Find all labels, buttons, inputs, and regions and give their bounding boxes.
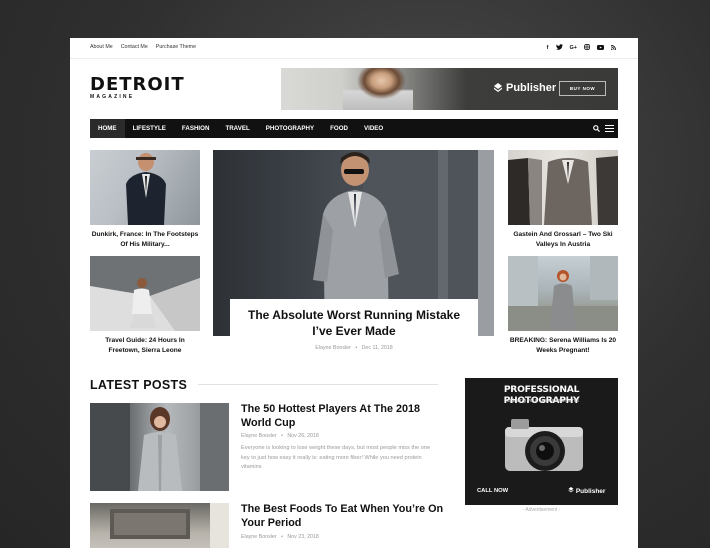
ad-call-now-button[interactable]: CALL NOW <box>477 488 508 494</box>
header-advertisement[interactable]: Publisher BUY NOW <box>281 68 618 110</box>
ad-subheading: capturing your special moments <box>504 398 579 404</box>
top-link-purchase[interactable]: Purchase Theme <box>156 44 196 50</box>
logo-title: DETROIT <box>90 74 185 95</box>
red-haired-woman-image <box>508 256 618 331</box>
post-title-world-cup[interactable]: The 50 Hottest Players At The 2018 World… <box>241 402 446 430</box>
nav-item-travel[interactable]: TRAVEL <box>217 119 257 138</box>
twitter-icon[interactable] <box>555 44 563 53</box>
advertisement-label: - Advertisement - <box>522 507 561 513</box>
top-link-about[interactable]: About Me <box>90 44 113 50</box>
featured-post-title[interactable]: The Absolute Worst Running Mistake I’ve … <box>238 307 470 339</box>
post-thumb-freetown[interactable] <box>90 256 200 331</box>
site-logo[interactable]: DETROIT MAGAZINE <box>90 74 185 101</box>
publisher-logo-icon <box>568 487 574 493</box>
top-links: About Me Contact Me Purchase Theme <box>90 44 196 50</box>
post-thumb-dunkirk[interactable] <box>90 150 200 225</box>
youtube-icon[interactable] <box>597 44 604 53</box>
post-image-foods[interactable] <box>90 503 229 548</box>
post-date: Nov 23, 2018 <box>287 534 319 540</box>
nav-item-fashion[interactable]: FASHION <box>174 119 218 138</box>
google-plus-icon[interactable]: G+ <box>570 45 578 52</box>
post-thumb-serena[interactable] <box>508 256 618 331</box>
latest-posts-heading: LATEST POSTS <box>90 378 188 392</box>
nav-item-home[interactable]: HOME <box>90 119 125 138</box>
post-excerpt-world-cup: Everyone is looking to lose weight these… <box>241 445 431 471</box>
nav-item-lifestyle[interactable]: LIFESTYLE <box>125 119 174 138</box>
ad-brand-text: Publisher <box>575 488 606 495</box>
post-author[interactable]: Elayne Boosler <box>241 534 277 540</box>
bedroom-image <box>110 503 229 548</box>
post-date: Nov 26, 2018 <box>287 433 319 439</box>
post-title-gastein[interactable]: Gastein And Grossarl – Two Ski Valleys I… <box>508 230 618 249</box>
woman-with-phone-image <box>90 256 200 331</box>
nav-item-photography[interactable]: PHOTOGRAPHY <box>258 119 322 138</box>
post-meta-world-cup: Elayne Boosler • Nov 26, 2018 <box>241 433 319 439</box>
main-nav: HOME LIFESTYLE FASHION TRAVEL PHOTOGRAPH… <box>90 119 618 138</box>
rss-icon[interactable] <box>610 44 617 53</box>
featured-post-card: The Absolute Worst Running Mistake I’ve … <box>230 299 478 375</box>
search-icon[interactable] <box>593 125 600 134</box>
suit-jackets-image <box>508 156 618 225</box>
woman-in-grey-coat-image <box>90 403 229 491</box>
post-title-serena[interactable]: BREAKING: Serena Williams Is 20 Weeks Pr… <box>508 336 618 355</box>
post-title-freetown[interactable]: Travel Guide: 24 Hours In Freetown, Sier… <box>90 336 200 355</box>
nav-item-video[interactable]: VIDEO <box>356 119 391 138</box>
post-thumb-gastein[interactable] <box>508 150 618 225</box>
instagram-icon[interactable] <box>584 44 590 53</box>
post-image-world-cup[interactable] <box>90 403 229 491</box>
hamburger-menu-icon[interactable] <box>605 125 614 132</box>
post-title-dunkirk[interactable]: Dunkirk, France: In The Footsteps Of His… <box>90 230 200 249</box>
ad-model-image <box>343 68 413 110</box>
page: About Me Contact Me Purchase Theme f G+ … <box>70 38 638 548</box>
meta-separator-dot: • <box>278 433 286 439</box>
ad-brand: Publisher <box>568 487 605 495</box>
nav-items: HOME LIFESTYLE FASHION TRAVEL PHOTOGRAPH… <box>90 119 391 138</box>
ad-brand-text: Publisher <box>506 82 557 94</box>
man-in-suit-image <box>126 153 166 225</box>
featured-post-author[interactable]: Elayne Boosler <box>315 345 351 351</box>
sidebar-advertisement[interactable]: PROFESSIONAL PHOTOGRAPHY capturing your … <box>465 378 618 505</box>
publisher-logo-icon <box>494 83 502 92</box>
featured-post-meta: Elayne Boosler • Dec 11, 2018 <box>230 345 478 351</box>
post-meta-foods: Elayne Boosler • Nov 23, 2018 <box>241 534 319 540</box>
nav-item-food[interactable]: FOOD <box>322 119 356 138</box>
social-icons: f G+ <box>547 44 617 53</box>
meta-separator-dot: • <box>278 534 286 540</box>
camera-image <box>505 419 583 471</box>
top-link-contact[interactable]: Contact Me <box>121 44 148 50</box>
featured-post-date: Dec 11, 2018 <box>361 345 393 351</box>
meta-separator-dot: • <box>352 345 361 351</box>
facebook-icon[interactable]: f <box>547 45 549 52</box>
ad-brand: Publisher <box>493 82 556 94</box>
post-author[interactable]: Elayne Boosler <box>241 433 277 439</box>
section-divider <box>198 384 438 385</box>
post-title-foods[interactable]: The Best Foods To Eat When You’re On You… <box>241 502 446 530</box>
top-bar: About Me Contact Me Purchase Theme f G+ <box>70 38 638 59</box>
ad-buy-now-button[interactable]: BUY NOW <box>559 81 606 96</box>
